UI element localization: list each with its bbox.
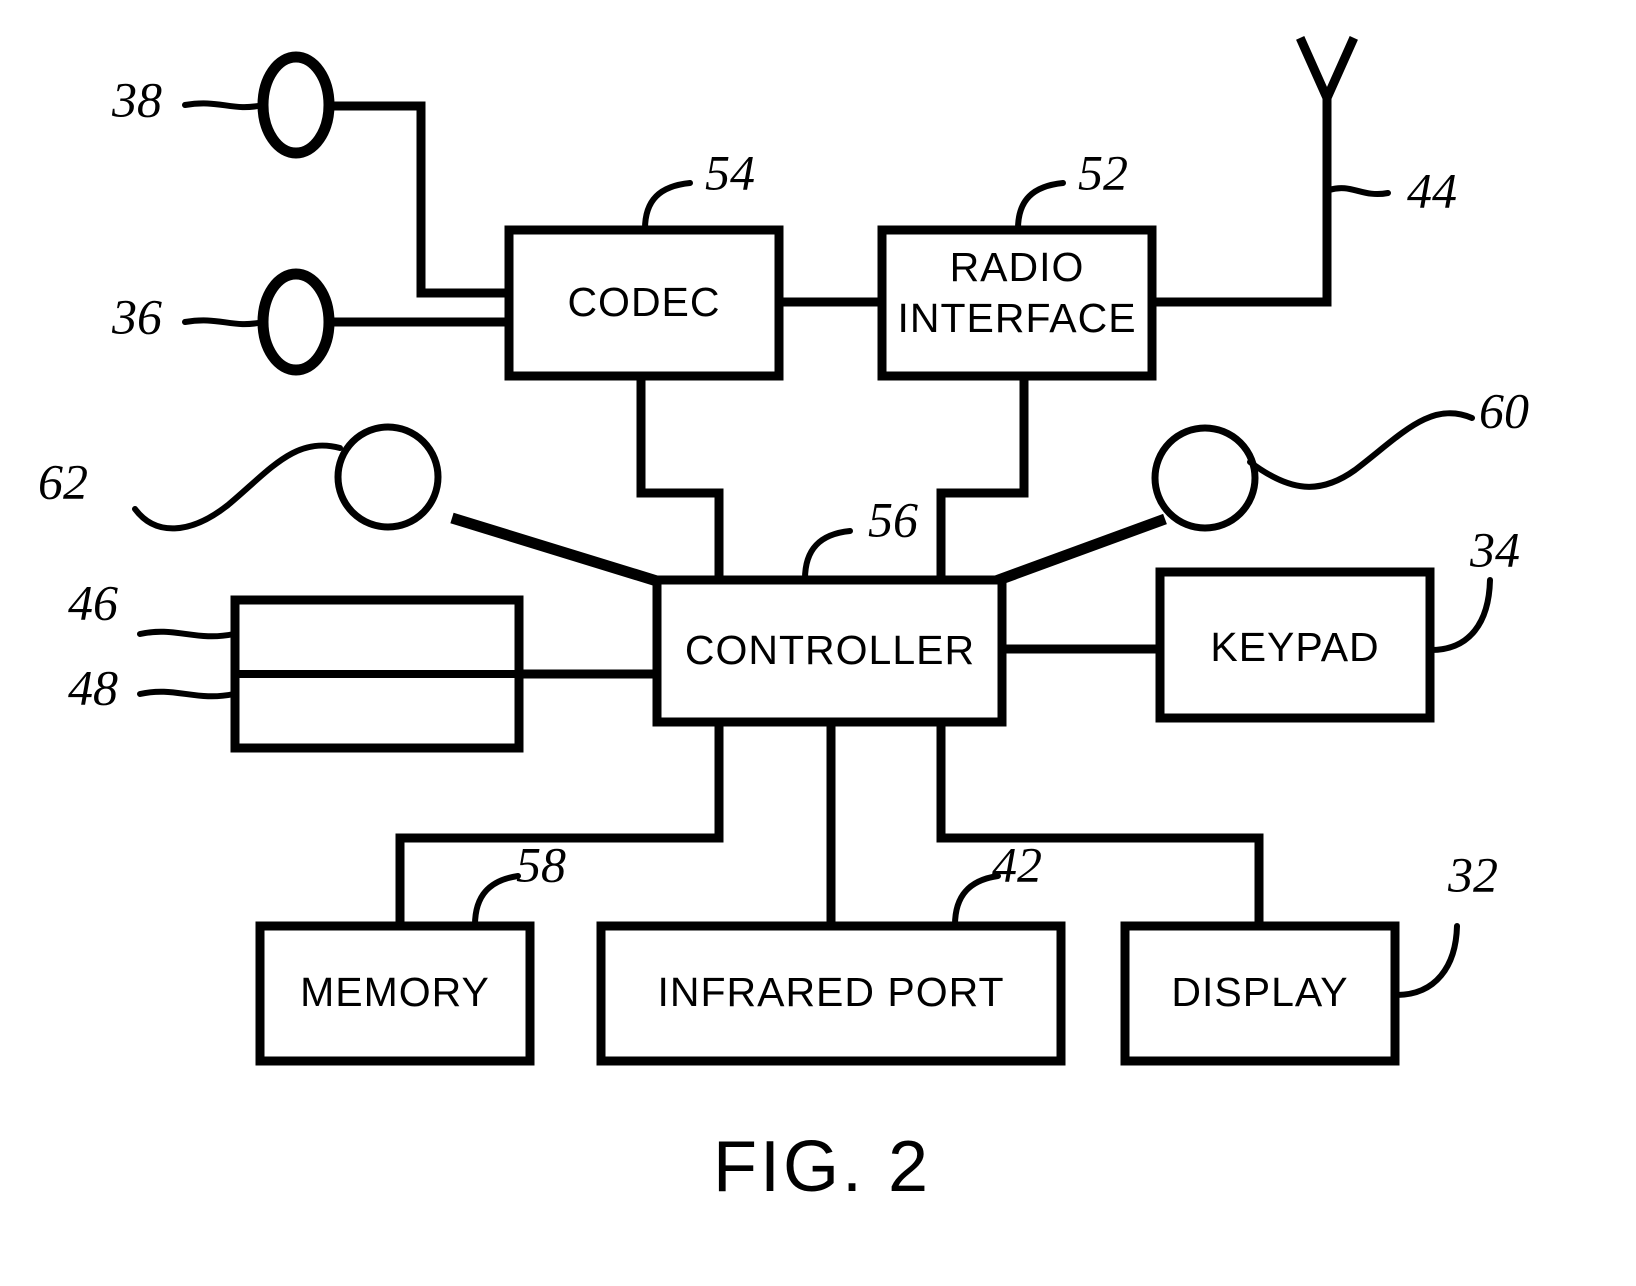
ref-32: 32 [1447, 846, 1498, 902]
leader-44 [1326, 185, 1391, 197]
ref-38: 38 [111, 71, 162, 127]
leader-34 [1428, 577, 1493, 653]
wire-controller-to-display [936, 717, 1264, 931]
block-infrared-port[interactable]: INFRARED PORT [596, 921, 1066, 1066]
ref-54: 54 [705, 144, 755, 200]
block-split-46-48[interactable] [230, 595, 524, 753]
ref-56: 56 [868, 491, 918, 547]
ref-34: 34 [1469, 521, 1520, 577]
antenna-vee [1296, 36, 1358, 110]
wire-radio-to-controller [936, 371, 1029, 585]
ref-44: 44 [1407, 162, 1457, 218]
transducer-speaker [257, 51, 335, 159]
display-label: DISPLAY [1171, 969, 1348, 1015]
ref-58: 58 [516, 836, 566, 892]
node-circle-60 [1151, 424, 1259, 532]
leader-38 [182, 100, 266, 111]
leader-62 [132, 442, 343, 532]
ref-46: 46 [68, 574, 118, 630]
ref-42: 42 [992, 836, 1042, 892]
block-codec[interactable]: CODEC [504, 225, 784, 381]
wire-speaker-to-codec [320, 101, 514, 298]
leader-52 [1015, 180, 1066, 232]
leader-56 [802, 528, 853, 582]
microphone-icon [257, 268, 335, 376]
ref-62: 62 [38, 453, 88, 509]
ref-60: 60 [1479, 382, 1529, 438]
radio-interface-label-line2: INTERFACE [897, 295, 1136, 341]
patent-figure: CODEC RADIO INTERFACE CONTROLLER KEYPAD … [0, 0, 1636, 1286]
keypad-label: KEYPAD [1210, 624, 1379, 670]
transducer-microphone [257, 268, 335, 376]
block-controller[interactable]: CONTROLLER [652, 575, 1007, 727]
leader-60 [1247, 410, 1475, 490]
node-circle-62 [334, 423, 442, 531]
ref-36: 36 [111, 288, 162, 344]
ref-52: 52 [1078, 144, 1128, 200]
speaker-icon [257, 51, 335, 159]
block-memory[interactable]: MEMORY [255, 921, 535, 1066]
codec-label: CODEC [567, 279, 720, 325]
reference-leaders [132, 100, 1493, 998]
leader-46 [137, 628, 237, 640]
block-keypad[interactable]: KEYPAD [1155, 567, 1435, 723]
block-radio-interface[interactable]: RADIO INTERFACE [877, 225, 1157, 381]
infrared-port-label: INFRARED PORT [657, 969, 1004, 1015]
wire-node60-to-controller [991, 513, 1167, 588]
leader-58 [472, 873, 521, 928]
leader-36 [182, 317, 266, 328]
controller-label: CONTROLLER [685, 627, 975, 673]
memory-label: MEMORY [300, 969, 490, 1015]
ref-48: 48 [68, 659, 118, 715]
leader-32 [1393, 923, 1460, 998]
block-display[interactable]: DISPLAY [1120, 921, 1400, 1066]
leader-48 [137, 688, 237, 700]
leader-54 [642, 180, 693, 232]
figure-canvas: CODEC RADIO INTERFACE CONTROLLER KEYPAD … [38, 36, 1529, 1207]
wire-codec-to-controller [636, 371, 724, 585]
wire-controller-to-memory [395, 717, 724, 931]
wire-node62-to-controller [450, 512, 662, 588]
radio-interface-label-line1: RADIO [950, 244, 1085, 290]
figure-caption: FIG. 2 [713, 1127, 931, 1207]
